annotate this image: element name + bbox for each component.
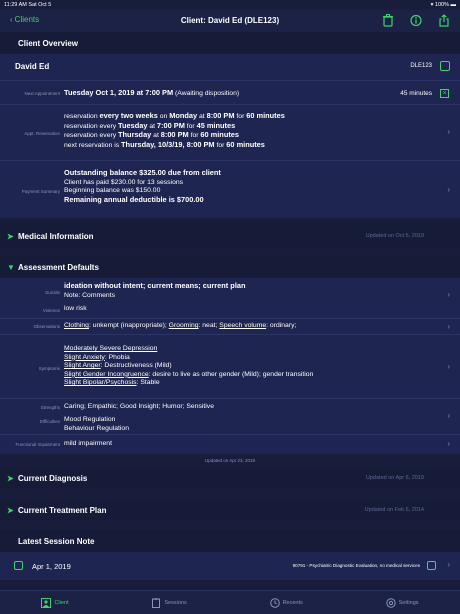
observations-row[interactable]: Observations Clothing: unkempt (inapprop…	[0, 318, 460, 334]
chevron-right-icon: ›	[447, 290, 450, 299]
symptoms-row[interactable]: Symptoms Moderately Severe Depression Sl…	[0, 334, 460, 398]
lock-icon[interactable]	[440, 61, 450, 71]
person-icon	[41, 597, 52, 608]
nav-bar: ‹ Clients Client: David Ed (DLE123)	[0, 10, 460, 32]
updated-date: Updated on Oct 5, 2019	[365, 233, 424, 239]
trash-icon[interactable]	[382, 14, 394, 27]
violence-row[interactable]: Violence low risk	[0, 305, 460, 317]
assessment-panel: Suicide ideation without intent; current…	[0, 278, 460, 454]
info-icon[interactable]	[410, 14, 422, 27]
tab-settings[interactable]: Settings	[385, 597, 419, 608]
chevron-right-icon: ➤	[7, 473, 14, 483]
current-diagnosis-header[interactable]: ➤ Current Diagnosis Updated on Apr 6, 20…	[0, 467, 460, 489]
share-icon[interactable]	[438, 14, 450, 27]
reservation-line: next reservation is Thursday, 10/3/19, 8…	[64, 139, 265, 149]
chevron-right-icon: ›	[447, 411, 450, 420]
client-code: DLE123	[410, 63, 432, 69]
strengths-difficulties-row[interactable]: Strengths Caring; Empathic; Good Insight…	[0, 398, 460, 434]
gear-icon	[385, 597, 396, 608]
medical-information-header[interactable]: ➤ Medical Information Updated on Oct 5, …	[0, 224, 460, 248]
current-treatment-plan-header[interactable]: ➤ Current Treatment Plan Updated on Feb …	[0, 499, 460, 521]
status-time: 11:29 AM Sat Oct 5	[4, 2, 52, 8]
appointment-reservation-row[interactable]: Appt. Reservation reservation every two …	[0, 104, 460, 160]
client-name: David Ed	[15, 62, 50, 71]
appointment-duration: 45 minutes	[400, 90, 432, 97]
tab-client[interactable]: Client	[41, 597, 69, 608]
client-overview-panel: David Ed DLE123 Next Appointment Tuesday…	[0, 54, 460, 218]
tab-recents[interactable]: Recents	[269, 597, 303, 608]
chevron-right-icon: ›	[447, 560, 450, 569]
status-battery: ▾ 100% ▬	[430, 2, 456, 8]
chevron-right-icon: ›	[447, 127, 450, 136]
session-icon	[14, 561, 23, 570]
chevron-right-icon: ›	[447, 362, 450, 371]
functional-impairment-row[interactable]: Functional Impairment mild impairment ›	[0, 434, 460, 454]
clipboard-icon	[152, 597, 161, 608]
assessment-updated: Updated on Apr 23, 2019	[204, 458, 256, 463]
lock-icon[interactable]	[427, 561, 436, 570]
chevron-right-icon: ›	[447, 185, 450, 194]
chevron-right-icon: ›	[447, 439, 450, 448]
chevron-right-icon: ➤	[7, 505, 14, 515]
status-bar: 11:29 AM Sat Oct 5 ▾ 100% ▬	[0, 0, 460, 10]
session-code: 90791 - Psychiatric Diagnostic Evaluatio…	[292, 563, 420, 568]
close-icon[interactable]: ×	[440, 89, 449, 98]
next-appointment-row[interactable]: Next Appointment Tuesday Oct 1, 2019 at …	[0, 80, 460, 104]
clock-icon	[269, 597, 280, 608]
chevron-down-icon: ▼	[7, 262, 15, 272]
chevron-right-icon: ➤	[7, 231, 14, 241]
tab-bar: Client Sessions Recents Settings	[0, 590, 460, 614]
client-name-row: David Ed DLE123	[0, 54, 460, 80]
session-note-row[interactable]: Apr 1, 2019 90791 - Psychiatric Diagnost…	[0, 552, 460, 580]
assessment-defaults-header[interactable]: ▼ Assessment Defaults	[0, 256, 460, 278]
tab-sessions[interactable]: Sessions	[151, 597, 187, 608]
latest-session-note-header: Latest Session Note	[0, 530, 460, 552]
client-overview-header: Client Overview	[0, 32, 460, 54]
payment-summary-row[interactable]: Payment Summary Outstanding balance $325…	[0, 160, 460, 218]
chevron-right-icon: ›	[447, 322, 450, 331]
session-date: Apr 1, 2019	[32, 562, 71, 571]
